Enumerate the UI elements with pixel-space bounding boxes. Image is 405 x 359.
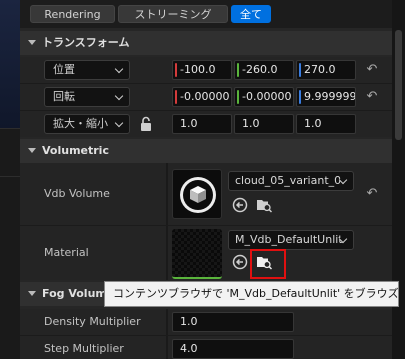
divider: [0, 128, 20, 129]
divider: [0, 176, 20, 177]
browse-tooltip: コンテンツブラウザで 'M_Vdb_DefaultUnlit' をブラウズ: [104, 281, 399, 307]
location-row: 位置 -100.0 -260.0 270.0 ↶: [20, 57, 392, 83]
material-row: Material M_Vdb_DefaultUnlit: [20, 226, 392, 280]
viewport-edge: [0, 0, 20, 128]
scrollbar-thumb[interactable]: [395, 30, 402, 140]
tab-streaming[interactable]: ストリーミング: [118, 5, 228, 23]
divider: [166, 226, 168, 280]
rotation-y-field[interactable]: -0.00000: [234, 87, 294, 107]
location-x-field[interactable]: -100.0: [172, 60, 232, 80]
lock-icon[interactable]: [138, 116, 154, 132]
vdb-thumbnail[interactable]: [172, 169, 222, 219]
cube-icon: [180, 177, 216, 213]
material-label: Material: [44, 246, 89, 259]
divider: [166, 336, 168, 359]
location-mode-combo[interactable]: 位置: [44, 60, 130, 80]
collapse-arrow-icon: [28, 40, 36, 45]
reset-arrow-icon[interactable]: ↶: [365, 63, 379, 77]
left-viewport-strip: [0, 0, 20, 359]
rotation-mode-combo[interactable]: 回転: [44, 87, 130, 107]
material-asset-name: M_Vdb_DefaultUnlit: [235, 233, 343, 246]
reset-arrow-icon[interactable]: ↶: [365, 90, 379, 104]
scale-row: 拡大・縮小 1.0 1.0 1.0: [20, 111, 392, 137]
category-title: トランスフォーム: [42, 36, 130, 49]
scale-label: 拡大・縮小: [53, 117, 108, 130]
collapse-arrow-icon: [28, 148, 36, 153]
material-thumbnail[interactable]: [172, 229, 222, 279]
vdb-volume-row: Vdb Volume cloud_05_variant_0 ↶: [20, 163, 392, 225]
scale-x-field[interactable]: 1.0: [172, 114, 232, 134]
divider: [166, 309, 168, 335]
density-multiplier-row: Density Multiplier 1.0: [20, 309, 392, 335]
vdb-asset-name: cloud_05_variant_0: [235, 174, 342, 187]
reset-arrow-icon[interactable]: ↶: [365, 187, 379, 201]
divider: [166, 163, 168, 225]
step-multiplier-row: Step Multiplier 4.0: [20, 336, 392, 359]
browse-folder-icon[interactable]: [256, 197, 272, 213]
location-z-field[interactable]: 270.0: [296, 60, 356, 80]
step-multiplier-field[interactable]: 4.0: [172, 339, 294, 359]
tab-rendering[interactable]: Rendering: [30, 5, 115, 23]
use-selected-icon[interactable]: [232, 254, 248, 270]
chevron-down-icon: [114, 118, 124, 128]
category-transform[interactable]: トランスフォーム: [20, 31, 392, 55]
rotation-x-field[interactable]: -0.00000: [172, 87, 232, 107]
category-volumetric[interactable]: Volumetric: [20, 139, 392, 163]
scale-mode-combo[interactable]: 拡大・縮小: [44, 114, 130, 134]
category-title: Volumetric: [42, 144, 109, 157]
location-label: 位置: [53, 63, 75, 76]
vdb-volume-label: Vdb Volume: [44, 187, 110, 200]
rotation-row: 回転 -0.00000 -0.00000 9.999999 ↶: [20, 84, 392, 110]
vdb-asset-combo[interactable]: cloud_05_variant_0: [228, 171, 354, 191]
scale-z-field[interactable]: 1.0: [296, 114, 356, 134]
material-asset-combo[interactable]: M_Vdb_DefaultUnlit: [228, 230, 354, 250]
scale-y-field[interactable]: 1.0: [234, 114, 294, 134]
density-multiplier-label: Density Multiplier: [44, 315, 141, 328]
collapse-arrow-icon: [28, 291, 36, 296]
rotation-label: 回転: [53, 90, 75, 103]
rotation-z-field[interactable]: 9.999999: [296, 87, 356, 107]
chevron-down-icon: [114, 64, 124, 74]
use-selected-icon[interactable]: [232, 197, 248, 213]
highlight-box: [250, 249, 286, 279]
density-multiplier-field[interactable]: 1.0: [172, 312, 294, 332]
tab-all[interactable]: 全て: [231, 5, 271, 23]
chevron-down-icon: [114, 91, 124, 101]
location-y-field[interactable]: -260.0: [234, 60, 294, 80]
step-multiplier-label: Step Multiplier: [44, 342, 124, 355]
filter-bar: Rendering ストリーミング 全て: [20, 0, 392, 28]
